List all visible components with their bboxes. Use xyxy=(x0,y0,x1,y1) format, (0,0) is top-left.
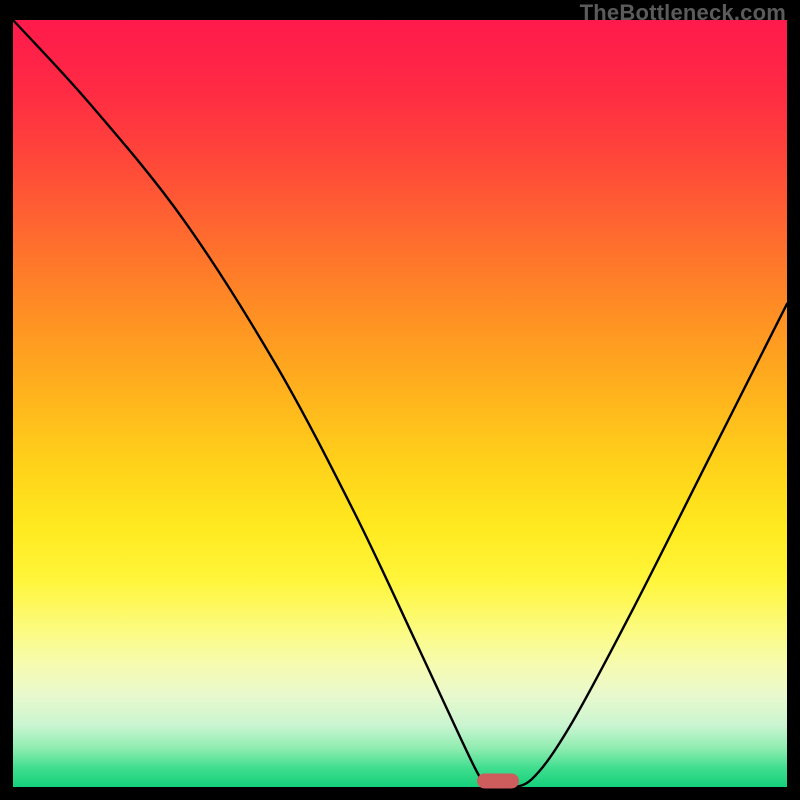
curve-svg xyxy=(13,20,787,787)
bottleneck-curve xyxy=(13,20,787,788)
chart-frame: TheBottleneck.com xyxy=(0,0,800,800)
plot-area xyxy=(13,20,787,787)
optimal-marker xyxy=(477,773,519,788)
